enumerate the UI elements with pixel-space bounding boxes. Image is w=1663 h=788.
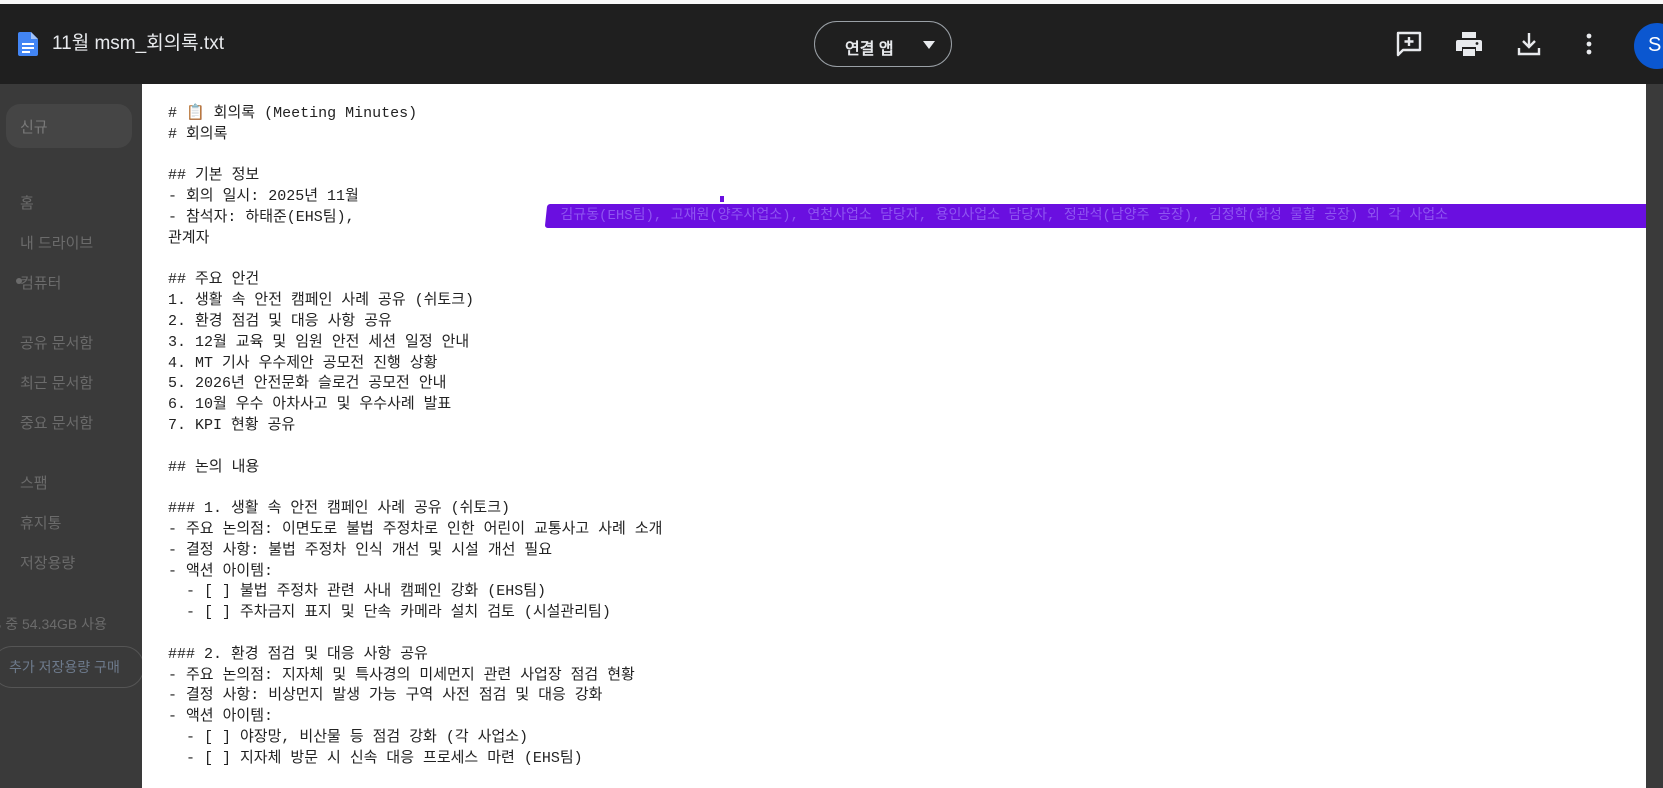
document-top-line: ## 기본 정보 (168, 167, 260, 185)
avatar-initial: S (1648, 34, 1662, 56)
document-text-top: # 📋 회의록 (Meeting Minutes) # 회의록 ## 기본 정보… (168, 104, 417, 229)
download-icon (1517, 33, 1541, 56)
account-avatar[interactable]: S (1634, 23, 1663, 69)
document-body-line: 6. 10월 우수 아차사고 및 우수사례 발표 (168, 396, 452, 414)
text-preview-page[interactable]: # 📋 회의록 (Meeting Minutes) # 회의록 ## 기본 정보… (142, 84, 1646, 788)
expand-dot-icon (16, 278, 22, 284)
buy-storage-label: 추가 저장용량 구매 (9, 659, 120, 675)
document-body-line: 1. 생활 속 안전 캠페인 사례 공유 (쉬토크) (168, 292, 475, 310)
document-text-body: 관계자 ## 주요 안건 1. 생활 속 안전 캠페인 사례 공유 (쉬토크) … (168, 229, 662, 770)
document-body-line: - 액션 아이템: (168, 708, 274, 726)
document-body-line: 5. 2026년 안전문화 슬로건 공모전 안내 (168, 375, 447, 393)
chevron-down-icon (923, 41, 935, 49)
sidebar-item-shared: 공유 문서함 (20, 335, 94, 352)
document-top-line: - 회의 일시: 2025년 11월 (168, 188, 359, 206)
document-body-line: 관계자 (168, 229, 210, 247)
file-name: 11월 msm_회의록.txt (52, 33, 224, 54)
sidebar-item-home: 홈 (20, 195, 34, 212)
sidebar-item-computers: 컴퓨터 (16, 272, 62, 293)
more-vert-icon (1586, 33, 1592, 55)
sidebar-item-trash: 휴지통 (20, 515, 62, 532)
document-top-line: # 회의록 (168, 125, 228, 143)
viewer-toolbar: 11월 msm_회의록.txt 연결 앱 S (0, 4, 1663, 84)
open-with-label: 연결 앱 (845, 41, 894, 58)
storage-usage-text: B 중 54.34GB 사용 (0, 616, 107, 632)
sidebar-item-computers-label: 컴퓨터 (20, 275, 62, 292)
document-body-line: - [ ] 주차금지 표지 및 단속 카메라 설치 검토 (시설관리팀) (168, 604, 611, 622)
highlight-annotation: 김규동(EHS팀), 고재원(양주사업소), 연천사업소 담당자, 용인사업소 … (544, 202, 1646, 230)
document-top-line: # 📋 회의록 (Meeting Minutes) (168, 105, 418, 122)
text-document-icon (18, 32, 38, 56)
sidebar-item-starred: 중요 문서함 (20, 415, 94, 432)
text-lines-after: 관계자 ## 주요 안건 1. 생활 속 안전 캠페인 사례 공유 (쉬토크) … (168, 230, 662, 767)
print-icon (1456, 32, 1482, 56)
new-button-label: 신규 (20, 119, 48, 136)
sidebar-item-my-drive: 내 드라이브 (20, 235, 94, 252)
add-comment-button[interactable] (1393, 28, 1425, 60)
document-body-line: - 주요 논의점: 이면도로 불법 주정차로 인한 어린이 교통사고 사례 소개 (168, 520, 663, 538)
add-comment-icon (1396, 31, 1422, 57)
open-with-button[interactable]: 연결 앱 (814, 21, 952, 67)
document-body-line: ### 1. 생활 속 안전 캠페인 사례 공유 (쉬토크) (168, 500, 511, 518)
highlighted-attendees-text: 김규동(EHS팀), 고재원(양주사업소), 연천사업소 담당자, 용인사업소 … (552, 208, 1449, 224)
text-lines-before: # 📋 회의록 (Meeting Minutes) # 회의록 ## 기본 정보… (168, 105, 417, 226)
right-gutter (1646, 84, 1663, 788)
document-body-line: 3. 12월 교육 및 임원 안전 세션 일정 안내 (168, 333, 470, 351)
document-body-line: ### 2. 환경 점검 및 대응 사항 공유 (168, 645, 428, 663)
document-body-line: - [ ] 지자체 방문 시 신속 대응 프로세스 마련 (EHS팀) (168, 749, 583, 767)
document-body-line: - [ ] 불법 주정차 관련 사내 캠페인 강화 (EHS팀) (168, 583, 547, 601)
document-body-line: - 주요 논의점: 지자체 및 특사경의 미세먼지 관련 사업장 점검 현황 (168, 666, 635, 684)
document-body-line: - 결정 사항: 불법 주정차 인식 개선 및 시설 개선 필요 (168, 541, 553, 559)
document-body-line: - 결정 사항: 비상먼지 발생 가능 구역 사전 점검 및 대응 강화 (168, 687, 603, 705)
drive-sidebar-dimmed: 신규 홈 내 드라이브 컴퓨터 공유 문서함 최근 문서함 중요 문서함 스팸 … (0, 84, 142, 788)
document-body-line: 7. KPI 현황 공유 (168, 416, 296, 434)
print-button[interactable] (1453, 28, 1485, 60)
document-body-line: 4. MT 기사 우수제안 공모전 진행 상황 (168, 354, 438, 372)
buy-storage-button: 추가 저장용량 구매 (0, 646, 142, 688)
document-body-line: ## 주요 안건 (168, 271, 260, 289)
sidebar-item-recent: 최근 문서함 (20, 375, 94, 392)
sidebar-item-storage: 저장용량 (20, 555, 76, 572)
document-top-line: - 참석자: 하태준(EHS팀), (168, 208, 355, 226)
document-body-line: ## 논의 내용 (168, 458, 260, 476)
sidebar-item-spam: 스팸 (20, 475, 48, 492)
new-button: 신규 (6, 104, 132, 148)
text-cursor-mark (720, 196, 724, 202)
document-body-line: - [ ] 야장망, 비산물 등 점검 강화 (각 사업소) (168, 728, 529, 746)
download-button[interactable] (1513, 28, 1545, 60)
more-options-button[interactable] (1573, 28, 1605, 60)
document-body-line: - 액션 아이템: (168, 562, 274, 580)
document-body-line: 2. 환경 점검 및 대응 사항 공유 (168, 312, 392, 330)
